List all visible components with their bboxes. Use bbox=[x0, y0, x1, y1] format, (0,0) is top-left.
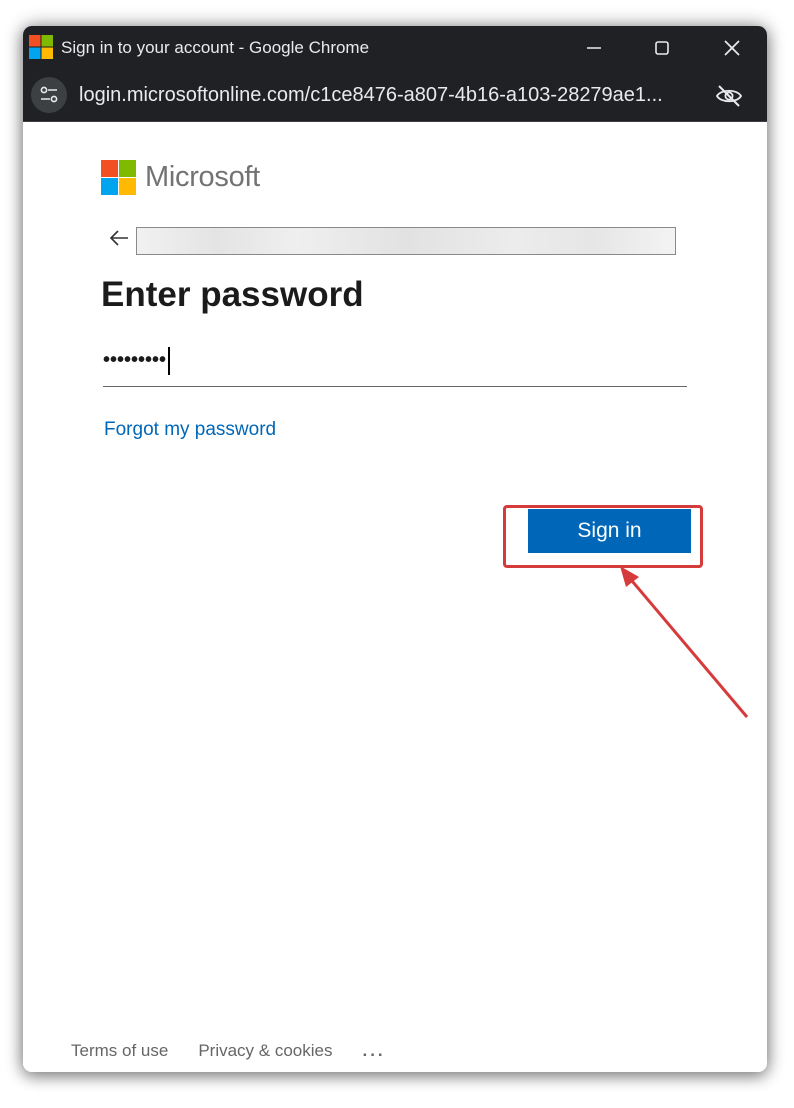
minimize-icon bbox=[587, 47, 601, 49]
title-bar: Sign in to your account - Google Chrome bbox=[23, 26, 767, 70]
account-identity-blurred bbox=[136, 227, 676, 255]
minimize-button[interactable] bbox=[561, 26, 627, 70]
maximize-icon bbox=[655, 41, 669, 55]
url-text[interactable]: login.microsoftonline.com/c1ce8476-a807-… bbox=[79, 84, 695, 107]
password-field[interactable]: ••••••••• bbox=[103, 335, 687, 387]
site-settings-button[interactable] bbox=[31, 77, 67, 113]
eye-off-icon bbox=[715, 85, 743, 107]
sign-in-button[interactable]: Sign in bbox=[528, 509, 691, 553]
text-caret bbox=[168, 346, 170, 375]
maximize-button[interactable] bbox=[629, 26, 695, 70]
browser-window: Sign in to your account - Google Chrome bbox=[23, 26, 767, 1072]
privacy-cookies-link[interactable]: Privacy & cookies bbox=[198, 1041, 332, 1061]
address-bar: login.microsoftonline.com/c1ce8476-a807-… bbox=[23, 70, 767, 122]
annotation-arrow bbox=[620, 566, 749, 718]
microsoft-squares-icon bbox=[101, 160, 136, 195]
microsoft-logo: Microsoft bbox=[101, 160, 260, 195]
tracking-protection-button[interactable] bbox=[713, 81, 745, 111]
close-icon bbox=[724, 40, 740, 56]
more-options-button[interactable]: ... bbox=[362, 1041, 385, 1061]
page-footer: Terms of use Privacy & cookies ... bbox=[71, 1041, 386, 1061]
page-title: Enter password bbox=[101, 275, 364, 314]
terms-of-use-link[interactable]: Terms of use bbox=[71, 1041, 168, 1061]
window-title: Sign in to your account - Google Chrome bbox=[61, 38, 370, 57]
back-arrow-icon[interactable] bbox=[107, 226, 131, 250]
close-button[interactable] bbox=[699, 26, 765, 70]
login-page: Microsoft Enter password ••••••••• Forgo… bbox=[23, 123, 767, 1072]
microsoft-logo-icon bbox=[29, 35, 53, 59]
site-settings-icon bbox=[40, 86, 58, 103]
password-value: ••••••••• bbox=[103, 349, 167, 371]
forgot-password-link[interactable]: Forgot my password bbox=[104, 419, 276, 441]
brand-name: Microsoft bbox=[145, 161, 260, 193]
